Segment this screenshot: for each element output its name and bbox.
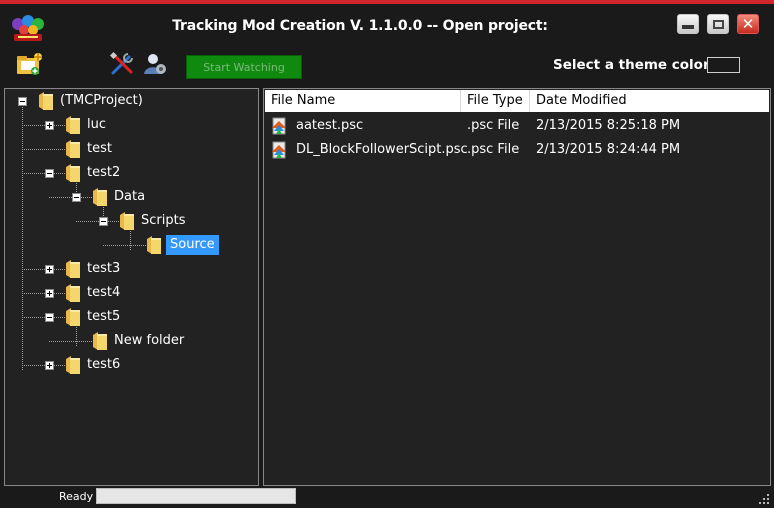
project-tree-panel[interactable]: (TMCProject) luc test test2 Data Scripts Sourc… [4,88,259,486]
file-date-cell: 2/13/2015 8:24:44 PM [536,142,681,157]
tree-connector [22,269,65,270]
resize-grip-icon[interactable] [758,493,770,505]
file-row[interactable]: aatest.psc .psc File 2/13/2015 8:25:18 P… [265,114,769,138]
tree-node-label[interactable]: Source [166,235,219,255]
expand-icon[interactable] [45,289,54,298]
user-settings-icon[interactable] [141,50,169,78]
tree-node-label[interactable]: luc [85,115,108,135]
column-header-date-modified[interactable]: Date Modified [530,90,769,112]
file-type-cell: .psc File [467,142,520,157]
tree-connector [22,173,65,174]
folder-icon [66,140,80,158]
folder-icon [66,260,80,278]
close-button[interactable]: ✕ [737,14,759,34]
tree-node-label[interactable]: New folder [112,331,186,351]
folder-icon [120,212,134,230]
folder-icon [66,356,80,374]
tree-connector [49,341,92,342]
tree-connector [22,107,23,370]
folder-icon [66,284,80,302]
tree-node-label[interactable]: test5 [85,307,122,327]
collapse-icon[interactable] [99,217,108,226]
minimize-button[interactable] [677,14,699,34]
new-folder-icon[interactable] [15,50,43,78]
tree-connector [76,221,119,222]
column-header-file-name[interactable]: File Name [265,90,461,112]
psc-file-icon [272,141,286,159]
tree-node-label[interactable]: test6 [85,355,122,375]
tree-node-label[interactable]: test2 [85,163,122,183]
theme-color-label: Select a theme color [553,57,710,73]
tree-connector [49,197,92,198]
file-row[interactable]: DL_BlockFollowerScipt.psc .psc File 2/13… [265,138,769,162]
collapse-icon[interactable] [45,169,54,178]
folder-icon [93,332,107,350]
file-list-panel[interactable]: File Name File Type Date Modified aatest… [263,88,771,486]
expand-icon[interactable] [45,121,54,130]
status-bar: Ready [0,486,774,508]
tree-node-label[interactable]: Data [112,187,147,207]
status-text: Ready [59,490,94,503]
minimize-icon [682,25,694,29]
collapse-icon[interactable] [18,97,27,106]
psc-file-icon [272,117,286,135]
maximize-icon [712,19,724,29]
tree-node-label[interactable]: test [85,139,114,159]
file-list-header: File Name File Type Date Modified [265,90,769,112]
folder-icon [66,308,80,326]
tree-connector [22,149,65,150]
tree-node-label[interactable]: test4 [85,283,122,303]
file-date-cell: 2/13/2015 8:25:18 PM [536,118,681,133]
maximize-button[interactable] [707,14,729,34]
tree-node-label[interactable]: test3 [85,259,122,279]
close-icon: ✕ [741,14,755,33]
tree-connector [22,317,65,318]
toolbar: Start Watching Select a theme color [0,46,774,88]
title-bar[interactable]: Tracking Mod Creation V. 1.1.0.0 -- Open… [0,4,774,46]
folder-icon [66,116,80,134]
collapse-icon[interactable] [45,313,54,322]
tree-node-label[interactable]: Scripts [139,211,187,231]
window-title: Tracking Mod Creation V. 1.1.0.0 -- Open… [172,18,548,34]
tree-connector [22,365,65,366]
tree-node-label[interactable]: (TMCProject) [58,91,145,111]
folder-icon [66,164,80,182]
tree-connector [22,293,65,294]
file-type-cell: .psc File [467,118,520,133]
tools-icon[interactable] [108,50,136,78]
folder-icon [147,236,161,254]
expand-icon[interactable] [45,265,54,274]
file-name-cell: DL_BlockFollowerScipt.psc [296,142,468,157]
folder-icon [39,92,53,110]
tree-connector [22,125,65,126]
collapse-icon[interactable] [72,193,81,202]
tree-connector [103,245,146,246]
file-name-cell: aatest.psc [296,118,364,133]
column-header-file-type[interactable]: File Type [461,90,530,112]
start-watching-button[interactable]: Start Watching [186,55,302,79]
status-progress-bar [96,488,296,504]
theme-color-swatch[interactable] [707,57,740,73]
expand-icon[interactable] [45,361,54,370]
folder-icon [93,188,107,206]
